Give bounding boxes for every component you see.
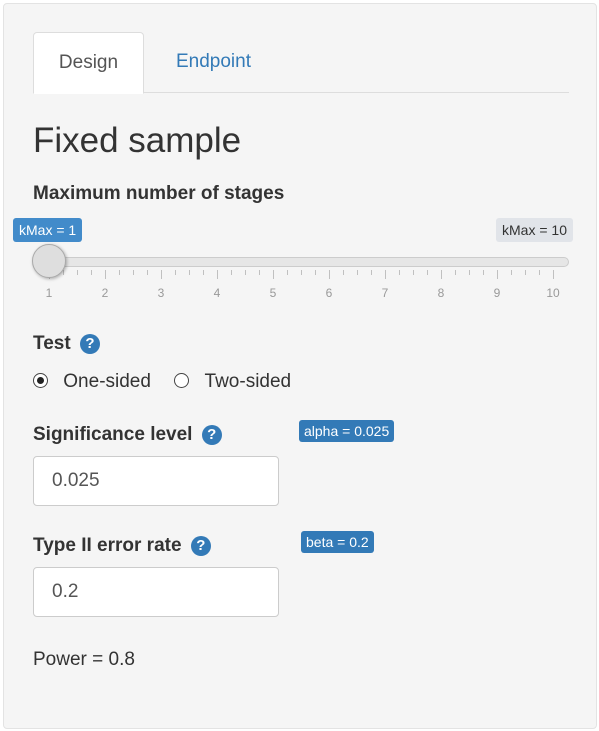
beta-badge: beta = 0.2 [301, 531, 374, 553]
slider-tick-label: 7 [381, 286, 389, 300]
slider-tick-label: 6 [325, 286, 333, 300]
slider-tick-minor [245, 270, 246, 275]
significance-label: Significance level ? [33, 424, 222, 446]
slider-tick-label: 3 [157, 286, 165, 300]
help-icon[interactable]: ? [190, 536, 211, 556]
slider-tick-minor [133, 270, 134, 275]
slider-tick-minor [315, 270, 316, 275]
radio-unchecked-icon[interactable] [174, 373, 190, 388]
slider-tick-label: 1 [45, 286, 53, 300]
radio-two-sided[interactable]: Two-sided [174, 371, 291, 393]
slider-tick-major [441, 270, 442, 279]
type2-input[interactable]: 0.2 [33, 567, 279, 617]
slider-tick-label: 10 [546, 286, 560, 300]
help-icon[interactable]: ? [79, 334, 100, 354]
slider-track[interactable] [33, 257, 569, 267]
power-text: Power = 0.8 [33, 649, 135, 670]
slider-tick-minor [119, 270, 120, 275]
slider-tick-major [497, 270, 498, 279]
radio-one-sided[interactable]: One-sided [33, 371, 151, 393]
slider-max-bubble: kMax = 10 [496, 218, 573, 242]
test-label-text: Test [33, 333, 71, 354]
slider-tick-minor [77, 270, 78, 275]
radio-label: Two-sided [204, 371, 292, 392]
slider-tick-minor [231, 270, 232, 275]
slider-tick-minor [175, 270, 176, 275]
tab-bar: Design Endpoint [33, 32, 569, 94]
significance-label-text: Significance level [33, 424, 193, 445]
slider-tick-minor [203, 270, 204, 275]
help-icon[interactable]: ? [201, 425, 222, 445]
slider-tick-minor [189, 270, 190, 275]
slider-tick-label: 2 [101, 286, 109, 300]
type2-label-text: Type II error rate [33, 535, 182, 556]
slider-tick-minor [413, 270, 414, 275]
sidebar-panel: Design Endpoint Fixed sample Maximum num… [3, 3, 597, 729]
type2-label: Type II error rate ? [33, 535, 211, 557]
slider-tick-minor [399, 270, 400, 275]
slider-tick-major [161, 270, 162, 279]
significance-input[interactable]: 0.025 [33, 456, 279, 506]
slider-tick-minor [287, 270, 288, 275]
slider-tick-minor [455, 270, 456, 275]
slider-tick-major [273, 270, 274, 279]
slider-tick-minor [511, 270, 512, 275]
radio-label: One-sided [63, 371, 151, 392]
page-title: Fixed sample [33, 121, 242, 160]
slider-handle[interactable] [32, 244, 66, 278]
stages-label: Maximum number of stages [33, 183, 285, 204]
slider-value-bubble: kMax = 1 [13, 218, 83, 242]
slider-tick-minor [357, 270, 358, 275]
slider-tick-minor [483, 270, 484, 275]
slider-tick-label: 5 [269, 286, 277, 300]
test-label: Test ? [33, 333, 100, 355]
slider-tick-minor [259, 270, 260, 275]
slider-tick-major [105, 270, 106, 279]
slider-tick-minor [371, 270, 372, 275]
slider-tick-minor [539, 270, 540, 275]
slider-tick-minor [301, 270, 302, 275]
slider-tick-minor [147, 270, 148, 275]
test-radio-group: One-sided Two-sided [33, 371, 309, 393]
slider-tick-minor [343, 270, 344, 275]
slider-tick-major [217, 270, 218, 279]
slider-tick-minor [469, 270, 470, 275]
slider-tick-minor [525, 270, 526, 275]
slider-tick-major [385, 270, 386, 279]
slider-tick-major [553, 270, 554, 279]
tab-design[interactable]: Design [33, 32, 144, 94]
alpha-badge: alpha = 0.025 [299, 420, 395, 442]
slider-tick-major [329, 270, 330, 279]
slider-tick-minor [63, 270, 64, 275]
slider-tick-minor [91, 270, 92, 275]
radio-checked-icon[interactable] [33, 373, 48, 388]
slider-tick-label: 4 [213, 286, 221, 300]
slider-tick-label: 8 [437, 286, 445, 300]
slider-tick-label: 9 [493, 286, 501, 300]
kmax-slider[interactable]: kMax = 1 kMax = 10 1 2 3 4 5 6 7 8 9 10 [13, 218, 573, 308]
slider-tick-minor [427, 270, 428, 275]
tab-endpoint[interactable]: Endpoint [151, 32, 276, 93]
